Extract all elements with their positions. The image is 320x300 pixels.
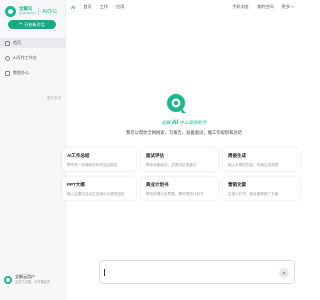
grid-icon — [5, 70, 10, 76]
tab-home[interactable]: 首页 — [83, 4, 91, 10]
user-profile[interactable]: 全解云用户 会员已过期，可开通会员 — [4, 274, 64, 296]
brand-divider — [38, 7, 40, 15]
prompt-card[interactable]: 商业计划书 帮你梳理业务思路，撰写规范计划书 — [141, 177, 218, 200]
card-title: 营销文案 — [228, 182, 246, 187]
prompt-card[interactable]: 营销文案 生成小红书、朋友圈等推广文案 — [223, 177, 300, 200]
tagline-suffix: 办公高效助手 — [179, 120, 207, 125]
sidebar-item-label: 数智办公 — [13, 70, 29, 75]
tab-apps[interactable]: 应用 — [116, 4, 124, 10]
send-icon: ➤ — [281, 270, 287, 277]
hero-logo-icon — [167, 94, 186, 113]
top-nav: AI 首页 工作 应用 手机浏览 我的空间 更多 ▼ — [66, 0, 300, 14]
sidebar: 全解云 QuanJieYun AI办公 + 开启新对话 首页 AI写作工作台 数… — [0, 0, 66, 300]
new-chat-button[interactable]: + 开启新对话 — [8, 20, 56, 29]
card-desc: 输入本周的内容，快速生成周报 — [228, 162, 279, 167]
sidebar-item-label: AI写作工作台 — [13, 55, 37, 60]
user-meta: 会员已过期，可开通会员 — [15, 279, 51, 284]
card-desc: 生成小红书、朋友圈等推广文案 — [228, 191, 279, 196]
send-button[interactable]: ➤ — [279, 268, 289, 278]
avatar — [4, 276, 12, 284]
prompt-card[interactable]: PPT大纲 输入主题后自动生成演示文稿的结构 — [62, 177, 136, 200]
prompt-card[interactable]: 面试评估 帮你准备面试，并提供反馈建议 — [141, 148, 218, 171]
card-title: AI工作总结 — [67, 153, 90, 158]
card-desc: 输入主题后自动生成演示文稿的结构 — [67, 191, 125, 196]
tab-work[interactable]: 工作 — [100, 4, 108, 10]
hero-tagline: 全解 AI 办公高效助手 — [124, 119, 244, 126]
sidebar-item-office[interactable]: 数智办公 — [0, 68, 66, 78]
card-title: 面试评估 — [146, 153, 164, 158]
user-info: 全解云用户 会员已过期，可开通会员 — [15, 274, 50, 285]
tab-ai[interactable]: AI — [71, 5, 75, 10]
card-title: 商业计划书 — [146, 182, 169, 187]
chat-input[interactable]: ➤ — [99, 260, 295, 284]
new-chat-label: 开启新对话 — [24, 21, 45, 27]
card-desc: 帮你梳理业务思路，撰写规范计划书 — [146, 191, 204, 196]
top-right-links: 手机浏览 我的空间 更多 ▼ — [224, 0, 294, 14]
sidebar-menu: 首页 AI写作工作台 数智办公 — [0, 38, 66, 83]
chevron-down-icon: ▼ — [291, 5, 294, 9]
plus-icon: + — [19, 21, 23, 27]
card-desc: 帮你准备面试，并提供反馈建议 — [146, 162, 197, 167]
sidebar-item-writing[interactable]: AI写作工作台 — [0, 53, 66, 63]
tagline-prefix: 全解 — [161, 120, 171, 125]
tagline-ai: AI — [171, 119, 179, 126]
mobile-link[interactable]: 手机浏览 — [232, 4, 249, 10]
more-link[interactable]: 更多 — [282, 4, 290, 10]
card-title: 周报生成 — [228, 153, 246, 158]
prompt-card[interactable]: AI工作总结 帮你写一份清晰的年终总结报告 — [62, 148, 136, 171]
prompt-card[interactable]: 周报生成 输入本周的内容，快速生成周报 — [223, 148, 300, 171]
brand-mark-icon — [5, 5, 16, 17]
home-icon — [5, 40, 10, 46]
my-space-link[interactable]: 我的空间 — [257, 4, 274, 10]
history-empty-label: 暂无历史 — [47, 96, 61, 100]
brand-subtitle: AI办公 — [42, 8, 58, 15]
ai-icon — [5, 55, 10, 61]
card-title: PPT大纲 — [67, 182, 85, 187]
sidebar-item-home[interactable]: 首页 — [0, 38, 66, 48]
text-caret — [104, 269, 105, 276]
sidebar-item-label: 首页 — [13, 40, 21, 45]
brand-logo[interactable]: 全解云 QuanJieYun AI办公 — [5, 5, 57, 17]
hero-description: 我可以帮你全网搜索、写报告、准备面试，做工作规划和总结 — [125, 130, 242, 135]
brand-name-en: QuanJieYun — [19, 11, 36, 15]
brand-text: 全解云 QuanJieYun — [19, 6, 36, 15]
card-desc: 帮你写一份清晰的年终总结报告 — [67, 162, 118, 167]
